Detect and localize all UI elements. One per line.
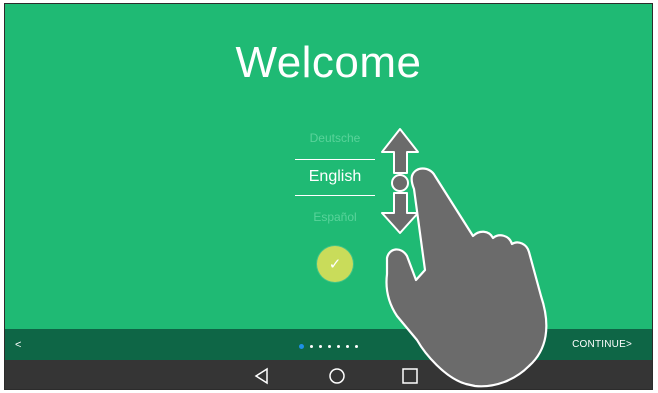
picker-divider-bottom	[295, 195, 375, 196]
continue-button[interactable]: CONTINUE>	[572, 339, 632, 350]
language-option-next[interactable]: Español	[295, 210, 375, 224]
bottom-bar: < CONTINUE>	[5, 329, 652, 360]
page-dot	[310, 344, 313, 348]
page-dot	[355, 344, 358, 348]
confirm-language-button[interactable]: ✓	[317, 246, 353, 282]
device-screen: Welcome Deutsche English Español ✓ < CON…	[4, 3, 653, 390]
page-dot	[328, 344, 331, 348]
check-icon: ✓	[328, 256, 342, 273]
language-option-selected[interactable]: English	[295, 168, 375, 186]
page-dot-active	[299, 343, 304, 349]
square-recents-icon[interactable]	[400, 366, 420, 386]
picker-divider-top	[295, 159, 375, 160]
language-option-previous[interactable]: Deutsche	[295, 131, 375, 145]
page-dot	[319, 344, 322, 348]
triangle-back-icon[interactable]	[252, 366, 272, 386]
system-nav-bar	[5, 360, 652, 389]
page-dot	[346, 344, 349, 348]
back-button[interactable]: <	[15, 339, 21, 351]
page-dot	[337, 344, 340, 348]
page-title: Welcome	[235, 38, 422, 87]
circle-home-icon[interactable]	[327, 366, 347, 386]
page-indicator	[299, 343, 358, 349]
